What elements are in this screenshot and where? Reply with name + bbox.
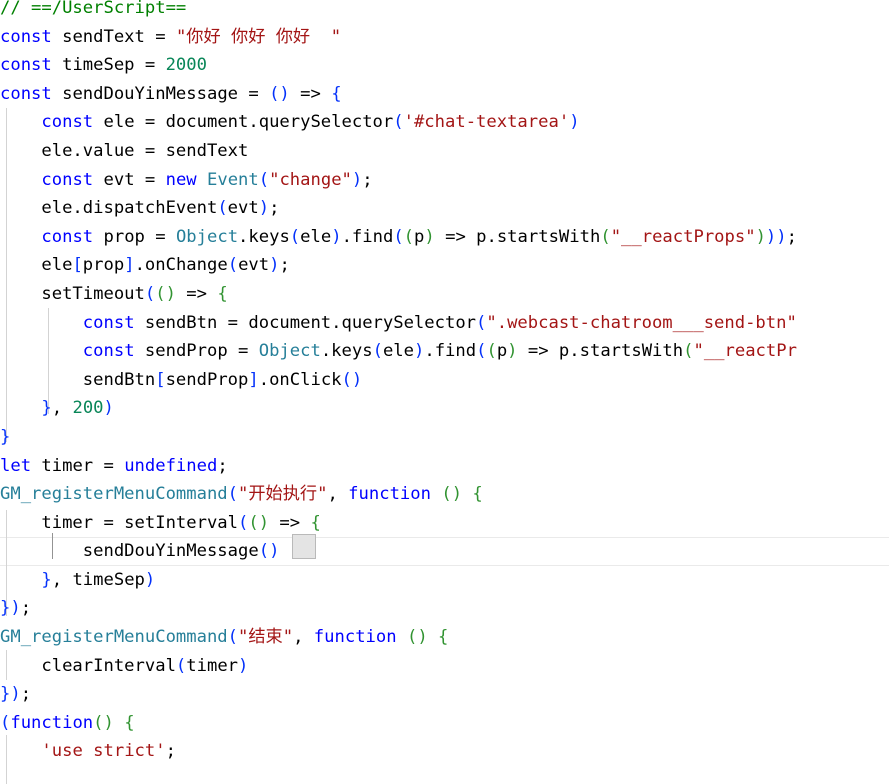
code-line-text: // ==/UserScript== <box>0 0 187 18</box>
code-line-text: ele.value = sendText <box>0 140 249 161</box>
code-line[interactable]: const sendBtn = document.querySelector("… <box>0 309 889 338</box>
code-line[interactable]: }, timeSep) <box>0 566 889 595</box>
code-line-text: const sendDouYinMessage = () => { <box>0 83 342 104</box>
code-line-text: (function() { <box>0 712 135 733</box>
code-line-text: sendBtn[sendProp].onClick() <box>0 369 363 390</box>
code-line[interactable]: // ==/UserScript== <box>0 0 889 23</box>
code-line[interactable]: }, 200) <box>0 394 889 423</box>
code-line[interactable]: ele[prop].onChange(evt); <box>0 251 889 280</box>
code-line-text: }, timeSep) <box>41 569 156 590</box>
code-line-text: GM_registerMenuCommand("结束", function ()… <box>0 627 449 648</box>
code-line[interactable]: const sendProp = Object.keys(ele).find((… <box>0 337 889 366</box>
code-line-text: setTimeout(() => { <box>0 283 228 304</box>
code-line[interactable]: 'use strict'; <box>0 737 889 766</box>
code-line[interactable]: }); <box>0 680 889 709</box>
code-line-text: const ele = document.querySelector('#cha… <box>41 112 580 133</box>
code-line[interactable]: let timer = undefined; <box>0 452 889 481</box>
code-line-text: timer = setInterval(() => { <box>0 512 321 533</box>
code-line[interactable]: const timeSep = 2000 <box>0 51 889 80</box>
code-line[interactable]: GM_registerMenuCommand("结束", function ()… <box>0 623 889 652</box>
code-line-text: }, 200) <box>41 398 114 419</box>
code-line-text: GM_registerMenuCommand("开始执行", function … <box>0 484 483 505</box>
code-line-text: const timeSep = 2000 <box>0 55 207 76</box>
code-line-text: clearInterval(timer) <box>0 655 249 676</box>
code-line[interactable]: const sendText = "你好 你好 你好 " <box>0 23 889 52</box>
code-line-text: const sendProp = Object.keys(ele).find((… <box>82 341 797 362</box>
code-line[interactable]: (function() { <box>0 709 889 738</box>
code-line-text: }); <box>0 598 32 619</box>
code-line-text: const sendBtn = document.querySelector("… <box>82 312 797 333</box>
code-line-text: 'use strict'; <box>41 741 176 762</box>
code-line-text: ele[prop].onChange(evt); <box>0 255 290 276</box>
code-line[interactable]: timer = setInterval(() => { <box>0 509 889 538</box>
code-line[interactable]: }); <box>0 594 889 623</box>
code-line-text: const sendText = "你好 你好 你好 " <box>0 26 342 47</box>
code-line[interactable]: ele.dispatchEvent(evt); <box>0 194 889 223</box>
code-line-text: } <box>0 426 11 447</box>
code-line-text: }); <box>0 684 32 705</box>
code-line-text: const evt = new Event("change"); <box>41 169 373 190</box>
code-line[interactable]: setTimeout(() => { <box>0 280 889 309</box>
code-line-current[interactable]: sendDouYinMessage() <box>0 537 889 566</box>
code-line-text: const prop = Object.keys(ele).find((p) =… <box>41 226 797 247</box>
code-line[interactable]: const ele = document.querySelector('#cha… <box>0 108 889 137</box>
code-line[interactable]: const prop = Object.keys(ele).find((p) =… <box>0 223 889 252</box>
code-line-text: ele.dispatchEvent(evt); <box>0 198 280 219</box>
code-line[interactable]: const sendDouYinMessage = () => { <box>0 80 889 109</box>
code-line-text: let timer = undefined; <box>0 455 228 476</box>
code-line-text: sendDouYinMessage() <box>0 541 280 562</box>
code-editor[interactable]: // ==/UserScript== const sendText = "你好 … <box>0 0 889 784</box>
code-line[interactable]: sendBtn[sendProp].onClick() <box>0 366 889 395</box>
code-line[interactable]: } <box>0 423 889 452</box>
code-line[interactable]: clearInterval(timer) <box>0 652 889 681</box>
code-content[interactable]: // ==/UserScript== const sendText = "你好 … <box>0 0 889 766</box>
code-line[interactable]: ele.value = sendText <box>0 137 889 166</box>
code-line[interactable]: const evt = new Event("change"); <box>0 166 889 195</box>
code-line[interactable]: GM_registerMenuCommand("开始执行", function … <box>0 480 889 509</box>
